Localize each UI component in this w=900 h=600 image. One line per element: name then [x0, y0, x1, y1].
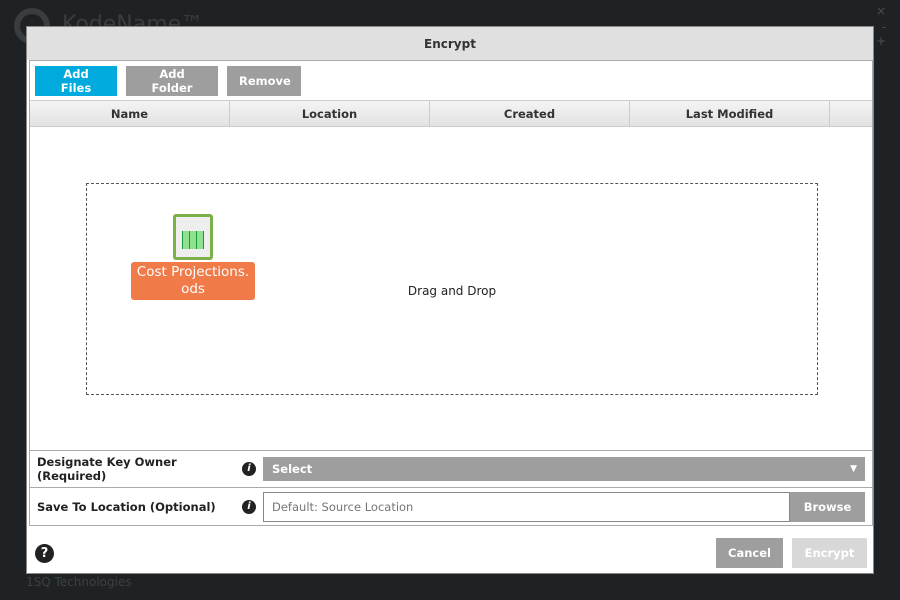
table-header: Name Location Created Last Modified — [30, 101, 872, 127]
column-last-modified[interactable]: Last Modified — [630, 101, 830, 126]
chevron-down-icon: ▼ — [850, 464, 857, 474]
add-folder-button[interactable]: Add Folder — [126, 66, 218, 96]
file-extension: ods — [181, 281, 205, 297]
file-name: Cost Projections. — [136, 264, 250, 280]
save-location-input[interactable] — [263, 491, 790, 522]
help-icon[interactable]: ? — [35, 544, 54, 563]
save-location-label: Save To Location (Optional) — [37, 499, 216, 514]
cancel-button[interactable]: Cancel — [716, 538, 783, 568]
spreadsheet-file-icon — [173, 214, 213, 260]
minimize-icon[interactable]: - — [882, 20, 886, 34]
add-files-button[interactable]: Add Files — [35, 66, 117, 96]
column-created[interactable]: Created — [430, 101, 630, 126]
encrypt-dialog: Encrypt Add Files Add Folder Remove Name… — [26, 26, 874, 574]
close-icon[interactable]: × — [876, 4, 886, 18]
column-name[interactable]: Name — [30, 101, 230, 126]
company-name: 1SQ Technologies — [26, 575, 132, 589]
file-label: Cost Projections. ods — [131, 262, 255, 300]
key-owner-label: Designate Key Owner (Required) — [37, 455, 177, 483]
info-icon[interactable]: i — [242, 499, 256, 514]
key-owner-value: Select — [272, 462, 313, 476]
browse-button[interactable]: Browse — [790, 491, 865, 522]
remove-button[interactable]: Remove — [227, 66, 301, 96]
encrypt-button[interactable]: Encrypt — [792, 538, 867, 568]
column-location[interactable]: Location — [230, 101, 430, 126]
toolbar: Add Files Add Folder Remove — [30, 61, 872, 101]
save-location-row: Save To Location (Optional) i Browse — [29, 487, 873, 526]
maximize-icon[interactable]: + — [876, 34, 886, 48]
key-owner-select[interactable]: Select ▼ — [263, 457, 865, 481]
info-icon[interactable]: i — [242, 462, 256, 476]
dialog-title: Encrypt — [27, 27, 873, 60]
key-owner-row: Designate Key Owner (Required) i Select ▼ — [29, 450, 873, 488]
dragged-file[interactable]: Cost Projections. ods — [131, 214, 255, 300]
